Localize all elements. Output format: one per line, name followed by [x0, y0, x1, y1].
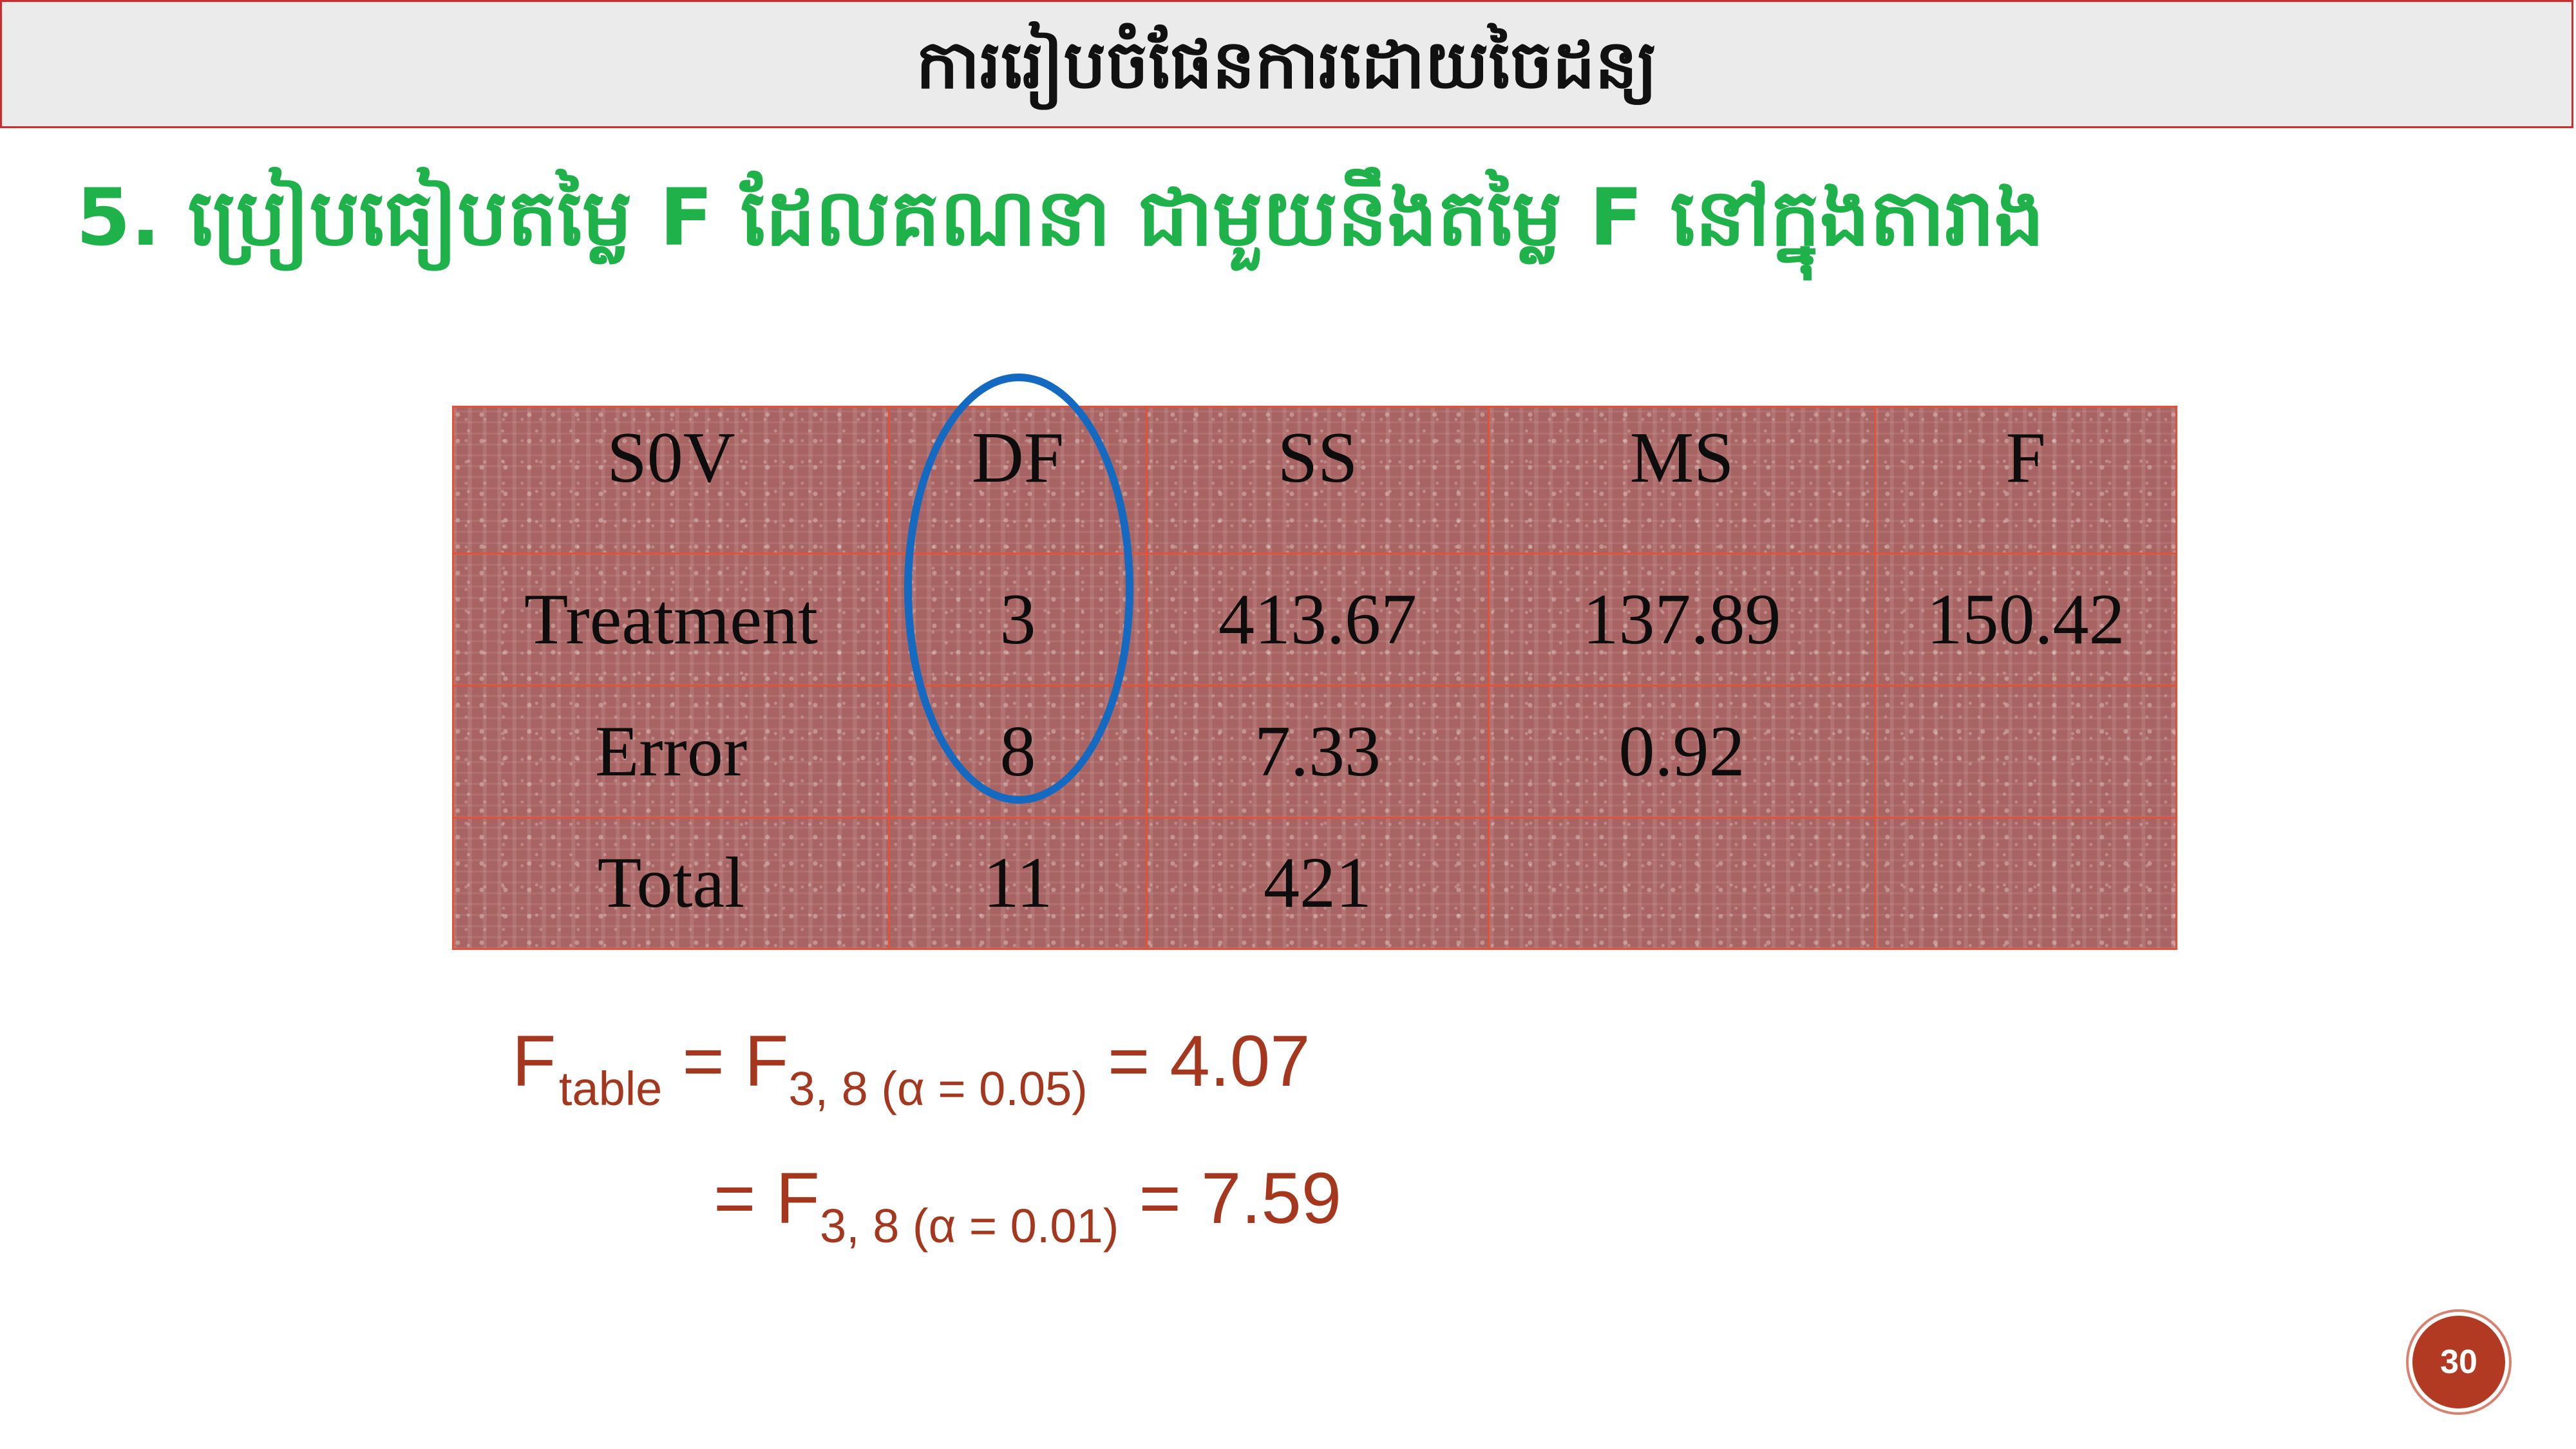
table-cell: 150.42	[1874, 553, 2177, 687]
table-cell	[1874, 817, 2177, 950]
df-alpha-subscript: 3, 8 (α = 0.05)	[788, 1062, 1088, 1115]
table-row: Total 11 421	[452, 817, 2177, 950]
f-table-line-2: = F3, 8 (α = 0.01) = 7.59	[714, 1162, 1341, 1250]
equals-f: = F	[662, 1021, 789, 1101]
table-subscript: table	[558, 1062, 663, 1115]
table-cell: Error	[452, 685, 890, 819]
table-row: Error 8 7.33 0.92	[452, 685, 2177, 819]
header-cell-sov: S0V	[452, 406, 890, 554]
header-cell-ss: SS	[1146, 406, 1490, 554]
f-symbol: F	[512, 1021, 556, 1101]
table-cell: 11	[888, 817, 1148, 950]
header-cell-df: DF	[888, 406, 1148, 554]
header-cell-f: F	[1874, 406, 2177, 554]
table-header-row: S0V DF SS MS F	[452, 406, 2177, 554]
table-cell: 3	[888, 553, 1148, 687]
anova-table: S0V DF SS MS F Treatment 3 413.67 137.89…	[452, 406, 2177, 950]
table-cell: 8	[888, 685, 1148, 819]
f-table-line-1: F table = F3, 8 (α = 0.05) = 4.07	[512, 1025, 1310, 1113]
table-cell	[1874, 685, 2177, 819]
page-number: 30	[2440, 1343, 2477, 1381]
df-alpha-subscript: 3, 8 (α = 0.01)	[819, 1199, 1119, 1253]
table-cell: 413.67	[1146, 553, 1490, 687]
header-cell-ms: MS	[1488, 406, 1876, 554]
f-critical-value: = 4.07	[1087, 1021, 1311, 1101]
table-cell: 137.89	[1488, 553, 1876, 687]
title-bar: ការរៀបចំផែនការដោយចៃដន្យ	[0, 0, 2573, 128]
f-critical-value: = 7.59	[1119, 1158, 1341, 1238]
slide-title: ការរៀបចំផែនការដោយចៃដន្យ	[916, 24, 1658, 104]
table-cell: 0.92	[1488, 685, 1876, 819]
section-heading: 5. ប្រៀបធៀបតម្លៃ F ដែលគណនា ជាមួយនឹងតម្លៃ…	[76, 172, 2045, 263]
equals-f: = F	[714, 1158, 820, 1238]
page-number-badge: 30	[2412, 1316, 2505, 1408]
table-cell	[1488, 817, 1876, 950]
table-cell: Total	[452, 817, 890, 950]
table-row: Treatment 3 413.67 137.89 150.42	[452, 553, 2177, 687]
table-cell: Treatment	[452, 553, 890, 687]
table-cell: 7.33	[1146, 685, 1490, 819]
table-cell: 421	[1146, 817, 1490, 950]
